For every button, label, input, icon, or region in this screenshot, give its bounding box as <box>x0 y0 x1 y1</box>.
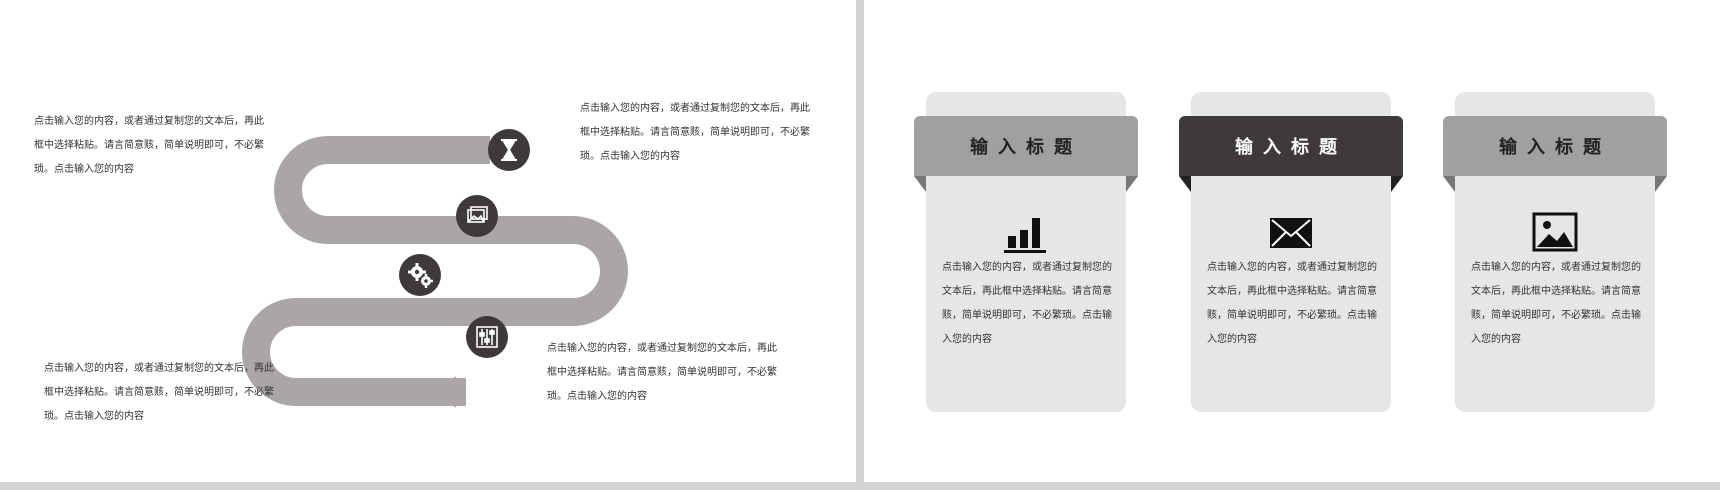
banner-fold-right <box>1391 176 1403 192</box>
text-block-top-right: 点击输入您的内容，或者通过复制您的文本后，再此 框中选择粘贴。请言简意赅，简单说… <box>580 103 810 162</box>
picture-icon <box>1532 212 1578 252</box>
milestone-gears <box>399 254 441 296</box>
card-text: 点击输入您的内容，或者通过复制您的文本后，再此框中选择粘贴。请言简意赅，简单说明… <box>1471 262 1641 345</box>
feature-card-1: 输入标题 点击输入您的内容，或者通过复制您的文本后，再此框中选择粘贴。请言简意赅… <box>914 92 1138 412</box>
card-text: 点击输入您的内容，或者通过复制您的文本后，再此框中选择粘贴。请言简意赅，简单说明… <box>942 262 1112 345</box>
milestone-sliders <box>466 316 508 358</box>
banner-fold-right <box>1126 176 1138 192</box>
banner-fold-right <box>1655 176 1667 192</box>
feature-card-2: 输入标题 点击输入您的内容，或者通过复制您的文本后，再此框中选择粘贴。请言简意赅… <box>1179 92 1403 412</box>
text-block-bottom-right: 点击输入您的内容，或者通过复制您的文本后，再此 框中选择粘贴。请言简意赅，简单说… <box>547 343 777 402</box>
milestone-hourglass <box>488 129 530 171</box>
card-text: 点击输入您的内容，或者通过复制您的文本后，再此框中选择粘贴。请言简意赅，简单说明… <box>1207 262 1377 345</box>
banner-fold-left <box>1179 176 1191 192</box>
bar-chart-icon <box>1004 218 1046 253</box>
slide-left: 点击输入您的内容，或者通过复制您的文本后，再此 框中选择粘贴。请言简意赅，简单说… <box>0 0 856 482</box>
text-block-bottom-left: 点击输入您的内容，或者通过复制您的文本后，再此 框中选择粘贴。请言简意赅，简单说… <box>44 363 274 422</box>
card-title: 输入标题 <box>1179 116 1403 176</box>
milestone-image <box>456 195 498 237</box>
banner-fold-left <box>1443 176 1455 192</box>
text-block-top-left: 点击输入您的内容，或者通过复制您的文本后，再此 框中选择粘贴。请言简意赅，简单说… <box>34 116 264 175</box>
card-title: 输入标题 <box>914 116 1138 176</box>
banner-fold-left <box>914 176 926 192</box>
card-title: 输入标题 <box>1443 116 1667 176</box>
feature-card-3: 输入标题 点击输入您的内容，或者通过复制您的文本后，再此框中选择粘贴。请言简意赅… <box>1443 92 1667 412</box>
envelope-icon <box>1270 218 1312 248</box>
slide-right: 输入标题 点击输入您的内容，或者通过复制您的文本后，再此框中选择粘贴。请言简意赅… <box>864 0 1720 482</box>
